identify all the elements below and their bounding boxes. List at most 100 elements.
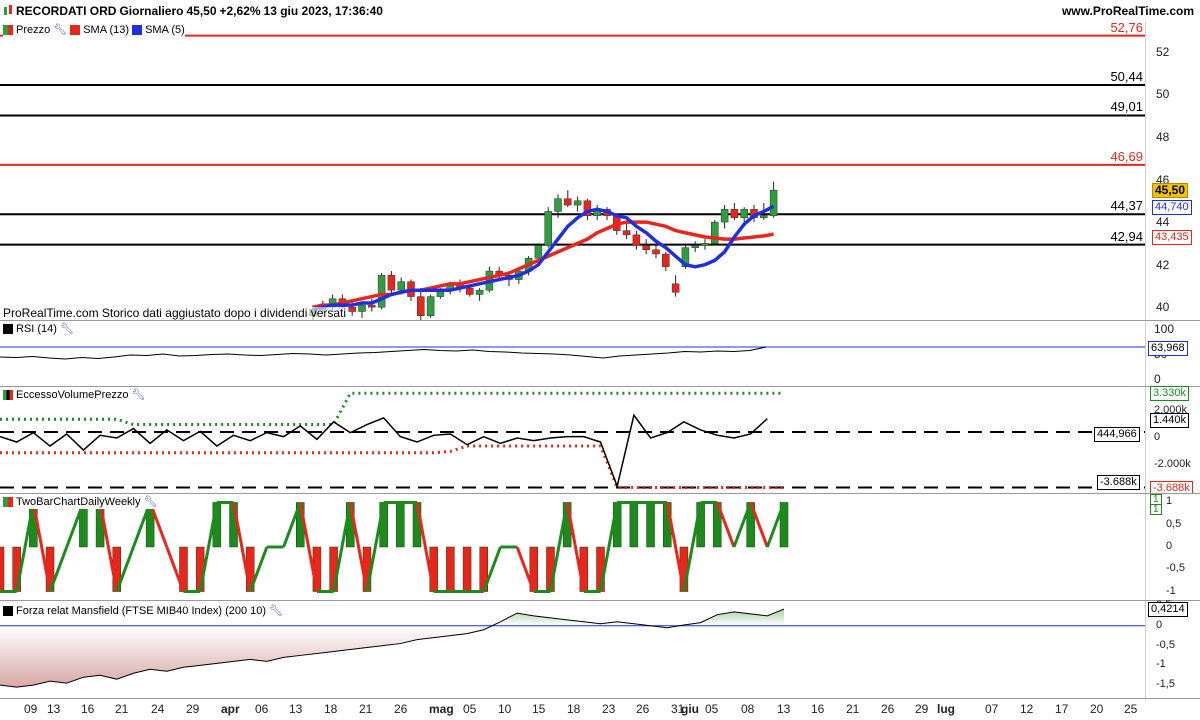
time-label: 17 [1055,702,1069,716]
time-label: 26 [636,702,650,716]
time-label: 08 [741,702,755,716]
time-label: 15 [532,702,546,716]
time-label: 13 [777,702,791,716]
candle-body [544,211,552,246]
candle-body [377,275,386,308]
wrench-icon[interactable]: 🔧︎ [132,388,146,402]
level-label-1: 50,44 [1110,69,1143,84]
evp-chart[interactable] [0,387,1145,493]
level-label-4: 44,37 [1110,198,1143,214]
brand-link[interactable]: www.ProRealTime.com [1062,4,1194,18]
chart-title: RECORDATI ORD Giornaliero 45,50 +2,62% 1… [3,4,383,18]
time-label: 16 [81,702,95,716]
rsi-pane[interactable]: RSI (14) 🔧︎ [0,321,1145,386]
twobar-swatch [3,497,13,507]
price-tick: 44 [1156,215,1170,230]
twobar-tick: -0,5 [1166,562,1185,575]
sma13-swatch [70,25,81,35]
twobar-tag: 1 [1150,504,1162,516]
time-label: 18 [324,702,338,716]
rsi-chart[interactable] [0,321,1145,386]
candle-body [652,249,660,255]
wrench-icon[interactable]: 🔧︎ [144,495,158,509]
wrench-icon[interactable]: 🔧︎ [53,23,67,37]
time-label: 05 [463,702,477,716]
time-label: 23 [602,702,616,716]
twobar-down-bar [446,546,455,592]
rsi-line [0,346,767,360]
price-tick: 48 [1156,129,1170,144]
timestamp: 13 giu 2023, 17:36:40 [263,4,383,18]
twobar-chart[interactable] [0,494,1145,600]
level-label-5: 42,94 [1110,228,1143,244]
time-label: 18 [567,702,581,716]
candle-body [387,275,396,291]
time-axis[interactable]: 09 13 16 21 24 29 apr 06 13 18 21 26 mag 05 10 15 18 23 26… [0,699,1200,720]
time-label: 21 [359,702,373,716]
candle-body [730,209,739,219]
candle-body [564,198,572,206]
price-legend: Prezzo 🔧︎ SMA (13) SMA (5) [3,23,185,37]
candle-body [368,304,376,308]
candle-body [769,189,778,216]
time-label: 12 [1020,702,1034,716]
twobar-axis[interactable]: 1 0,5 0 -0,5 -1 1 1 [1145,494,1200,600]
evp-mid-label: 444,966 [1094,427,1140,442]
legend-sma13: SMA (13) [83,24,130,36]
candle-body [534,245,543,259]
time-label: 05 [705,702,719,716]
candle-body [642,245,650,251]
time-label: 21 [846,702,860,716]
mansfield-tick: -1,5 [1156,678,1175,691]
time-label: 13 [47,702,61,716]
candle-body [711,221,719,244]
time-label: 25 [1124,702,1138,716]
rsi-tick: 100 [1154,322,1175,336]
mansfield-pane[interactable]: Forza relat Mansfield (FTSE MIB40 Index)… [0,601,1145,698]
instrument-name: RECORDATI ORD [16,4,117,18]
evp-pane[interactable]: EccessoVolumePrezzo 🔧︎ 444,966 -3.688k [0,387,1145,493]
twobar-down-bar [462,546,472,592]
mansfield-axis[interactable]: 0,50-0,5-1-1,50,4214 [1145,599,1200,698]
time-label: giu [681,702,699,716]
price-chart[interactable] [0,22,1145,320]
candle-body [740,209,748,219]
evp-swatch [3,390,13,400]
price-tick: 42 [1156,257,1170,272]
price-axis[interactable]: 52 50 48 46 44 42 40 45,50 44,740 43,435 [1145,22,1200,320]
twobar-tick: 1 [1166,495,1173,508]
evp-axis[interactable]: 2.000k 0 -2.000k 3.330k 1.440k -3.688k [1145,386,1200,497]
time-label: 26 [394,702,408,716]
mansfield-legend: Forza relat Mansfield (FTSE MIB40 Index)… [3,604,284,618]
time-label: 09 [24,702,38,716]
twobar-pane[interactable]: TwoBarChartDailyWeekly 🔧︎ [0,494,1145,600]
change-percent: +2,62% [219,4,261,18]
price-swatch [3,25,13,35]
wrench-icon[interactable]: 🔧︎ [269,604,283,618]
mansfield-tick: -1 [1156,658,1166,671]
candle-body [426,296,435,316]
time-label: 13 [289,702,303,716]
mansfield-tick: 0 [1156,618,1163,631]
time-label: 21 [115,702,129,716]
twobar-up-bar [646,502,655,548]
price-pane[interactable]: Prezzo 🔧︎ SMA (13) SMA (5) ProRealTime.c… [0,19,1145,320]
time-label: 07 [985,702,999,716]
level-label-3: 46,69 [1110,148,1143,164]
evp-upper-tag: 3.330k [1150,386,1190,402]
title-bar: RECORDATI ORD Giornaliero 45,50 +2,62% 1… [0,0,1200,22]
candle-body [622,230,631,236]
rsi-axis[interactable]: 10050063,968 [1145,321,1200,386]
candle-icon [3,5,13,17]
candle-body [417,296,425,316]
time-label: 26 [881,702,895,716]
time-label: 06 [255,702,269,716]
level-label-0: 52,76 [1110,19,1143,35]
candle-body [760,215,768,219]
candle-body [358,304,366,312]
sma13-tag: 43,435 [1152,230,1192,246]
twobar-tick: 0 [1166,540,1173,552]
time-label: 29 [186,702,200,716]
evp-black-line [0,413,768,489]
candle-body [701,243,709,246]
